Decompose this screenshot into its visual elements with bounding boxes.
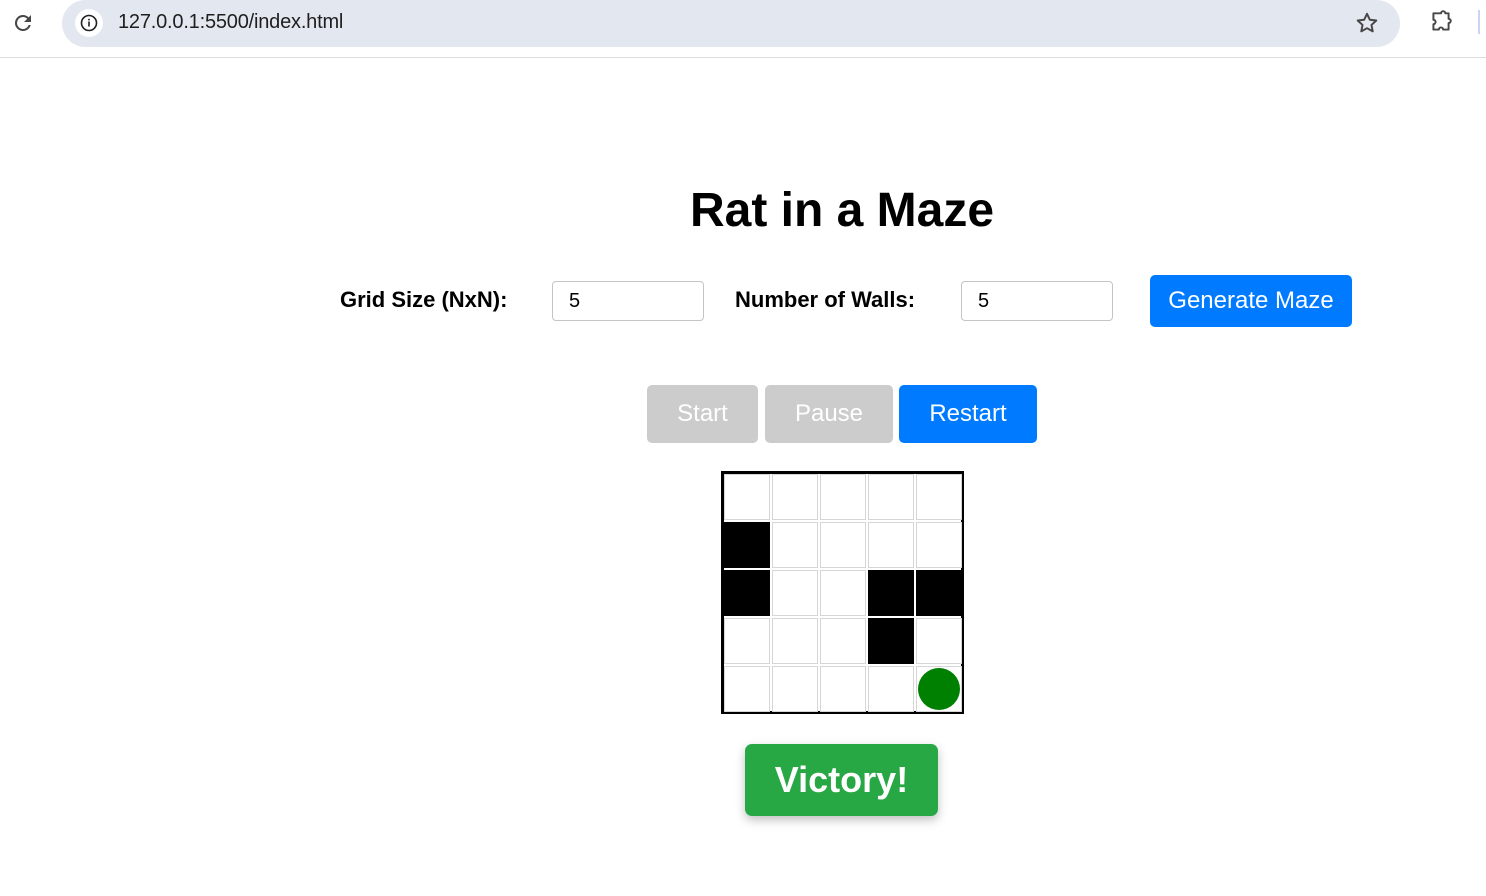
star-icon[interactable]: [1354, 10, 1380, 36]
victory-message: Victory!: [745, 744, 938, 816]
maze-open-cell: [724, 618, 770, 664]
pause-button[interactable]: Pause: [765, 385, 893, 443]
maze-open-cell: [868, 474, 914, 520]
maze-open-cell: [916, 474, 962, 520]
maze-open-cell: [724, 666, 770, 712]
maze-open-cell: [772, 522, 818, 568]
maze-open-cell: [916, 522, 962, 568]
address-bar[interactable]: 127.0.0.1:5500/index.html: [62, 0, 1400, 47]
browser-toolbar: 127.0.0.1:5500/index.html: [0, 0, 1486, 58]
maze-open-cell: [724, 474, 770, 520]
maze-open-cell: [820, 666, 866, 712]
maze-open-cell: [820, 618, 866, 664]
maze-open-cell: [772, 618, 818, 664]
maze-open-cell: [772, 666, 818, 712]
maze-open-cell: [820, 570, 866, 616]
walls-input[interactable]: [961, 281, 1113, 321]
walls-label: Number of Walls:: [735, 287, 916, 312]
url-text[interactable]: 127.0.0.1:5500/index.html: [118, 11, 343, 34]
side-panel-edge: [1478, 10, 1480, 34]
maze-open-cell: [820, 474, 866, 520]
maze-wall-cell: [916, 570, 962, 616]
maze-wall-cell: [724, 570, 770, 616]
maze-wall-cell: [724, 522, 770, 568]
maze-open-cell: [772, 474, 818, 520]
grid-size-input[interactable]: [552, 281, 704, 321]
maze-grid: [721, 471, 964, 714]
maze-open-cell: [916, 618, 962, 664]
info-icon[interactable]: [75, 9, 103, 37]
maze-wall-cell: [868, 618, 914, 664]
maze-open-cell: [916, 666, 962, 712]
reload-icon[interactable]: [11, 11, 35, 35]
restart-button[interactable]: Restart: [899, 385, 1037, 443]
maze-wall-cell: [868, 570, 914, 616]
maze-open-cell: [868, 666, 914, 712]
page-title: Rat in a Maze: [689, 184, 995, 237]
start-button[interactable]: Start: [647, 385, 758, 443]
generate-maze-button[interactable]: Generate Maze: [1150, 275, 1352, 327]
grid-size-label: Grid Size (NxN):: [340, 287, 508, 312]
rat-marker: [918, 668, 960, 710]
extensions-icon[interactable]: [1428, 9, 1454, 35]
maze-open-cell: [772, 570, 818, 616]
maze-open-cell: [868, 522, 914, 568]
maze-open-cell: [820, 522, 866, 568]
